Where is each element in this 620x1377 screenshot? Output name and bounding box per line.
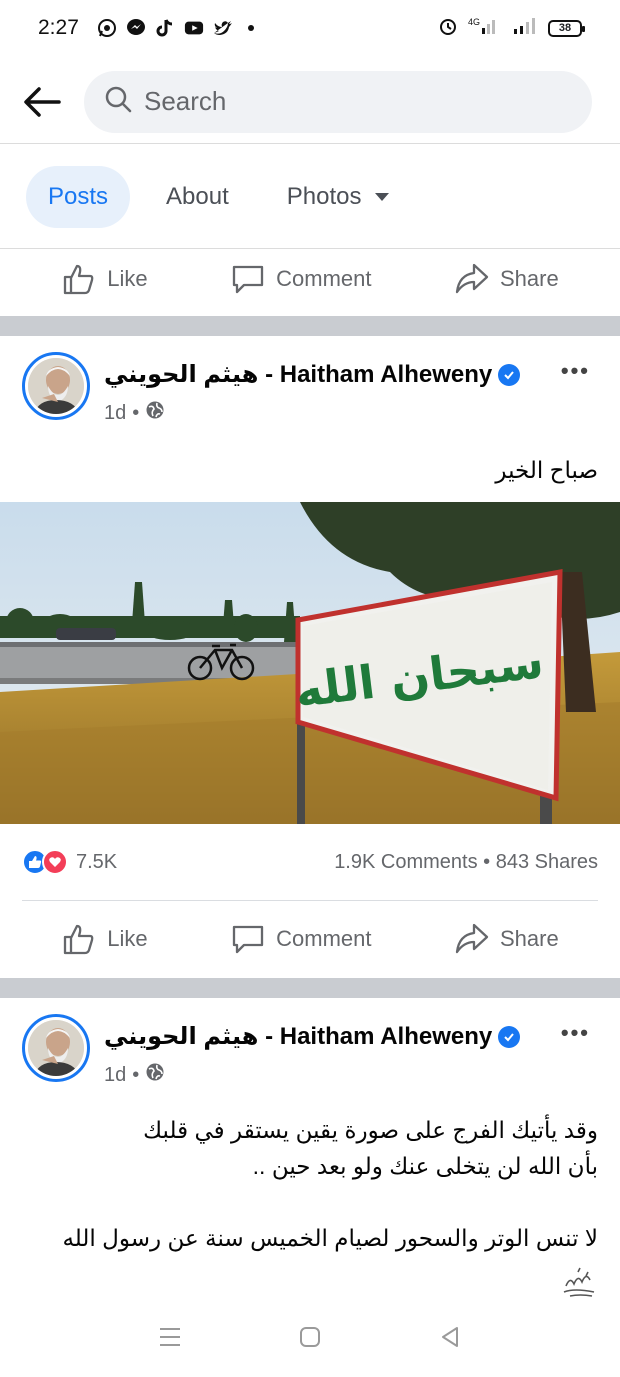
reaction-icons[interactable] (22, 849, 68, 875)
post-time: 1d (104, 401, 127, 424)
share-label: Share (500, 926, 559, 951)
post-text-line: لا تنس الوتر والسحور لصيام الخميس سنة عن… (62, 1225, 598, 1251)
home-icon[interactable] (297, 1324, 323, 1355)
tab-about[interactable]: About (144, 166, 251, 228)
salawat-calligraphy-icon (560, 1266, 600, 1300)
feed-separator (0, 978, 620, 998)
post-text-line: وقد يأتيك الفرج على صورة يقين يستقر في ق… (143, 1117, 598, 1143)
tiktok-icon (155, 18, 175, 38)
avatar-photo (28, 1020, 84, 1076)
alarm-icon (438, 16, 458, 41)
post-action-bar-previous: Like Comment Share (0, 246, 620, 312)
reactions-row: 7.5K 1.9K Comments • 843 Shares (0, 842, 620, 882)
author-name: هيثم الحويني - Haitham Alheweny (104, 361, 493, 388)
post-author[interactable]: هيثم الحويني - Haitham Alheweny (104, 1022, 521, 1051)
status-notification-icons (97, 18, 254, 38)
post-text: وقد يأتيك الفرج على صورة يقين يستقر في ق… (22, 1112, 598, 1256)
comments-shares-stats[interactable]: 1.9K Comments • 843 Shares (334, 851, 598, 874)
tab-about-label: About (166, 182, 229, 210)
post-text-line (22, 1184, 598, 1220)
comment-label: Comment (276, 926, 372, 951)
comment-button[interactable]: Comment (230, 261, 371, 297)
search-bar[interactable] (84, 70, 592, 133)
verified-badge-icon (498, 363, 521, 386)
status-system-icons: 4G 38 (438, 16, 585, 41)
avatar[interactable] (22, 1014, 90, 1082)
comment-icon (232, 925, 264, 954)
post-meta: 1d • (104, 1062, 165, 1088)
feed-separator (0, 316, 620, 336)
share-icon (455, 923, 489, 954)
comment-icon (232, 265, 264, 294)
thumbs-up-icon (64, 264, 94, 295)
whatsapp-icon (97, 18, 117, 38)
signal-icon: 4G (468, 16, 502, 41)
search-header (0, 60, 620, 144)
battery-icon: 38 (548, 19, 585, 37)
author-name: هيثم الحويني - Haitham Alheweny (104, 1023, 493, 1050)
divider (22, 900, 598, 901)
tab-posts-label: Posts (48, 182, 109, 210)
recent-apps-icon[interactable] (157, 1325, 183, 1354)
reaction-count[interactable]: 7.5K (76, 851, 117, 874)
post-photo[interactable]: سبحان الله (0, 502, 620, 824)
twitter-icon (213, 18, 233, 38)
tab-photos-label: Photos (286, 182, 362, 210)
caret-down-icon (375, 192, 390, 201)
share-button[interactable]: Share (454, 921, 559, 957)
avatar[interactable] (22, 352, 90, 420)
post-header: هيثم الحويني - Haitham Alheweny 1d • ••• (0, 336, 620, 426)
post-text-line: بأن الله لن يتخلى عنك ولو بعد حين .. (252, 1153, 598, 1179)
back-arrow-icon[interactable] (22, 82, 62, 122)
search-icon (104, 85, 132, 118)
like-label: Like (107, 266, 148, 291)
like-button[interactable]: Like (61, 921, 148, 957)
comment-button[interactable]: Comment (230, 921, 371, 957)
signal-icon-2 (512, 16, 538, 41)
youtube-icon (184, 18, 204, 38)
post-text: صباح الخير (495, 457, 598, 483)
post-action-bar: Like Comment Share (0, 906, 620, 972)
more-options-icon[interactable]: ••• (561, 358, 590, 384)
svg-text:4G: 4G (468, 17, 480, 27)
share-button[interactable]: Share (454, 261, 559, 297)
tab-photos[interactable]: Photos (265, 166, 412, 228)
post-author[interactable]: هيثم الحويني - Haitham Alheweny (104, 360, 521, 389)
globe-icon (145, 400, 165, 426)
meta-dot: • (132, 401, 140, 424)
verified-badge-icon (498, 1025, 521, 1048)
share-label: Share (500, 266, 559, 291)
love-reaction-icon (42, 849, 68, 875)
more-options-icon[interactable]: ••• (561, 1020, 590, 1046)
search-input[interactable] (144, 86, 564, 117)
like-label: Like (107, 926, 148, 951)
tab-posts[interactable]: Posts (26, 165, 131, 228)
globe-icon (145, 1062, 165, 1088)
avatar-photo (28, 358, 84, 414)
post-header: هيثم الحويني - Haitham Alheweny 1d • ••• (0, 998, 620, 1088)
post-meta: 1d • (104, 400, 165, 426)
profile-tabs: Posts About Photos (0, 145, 620, 249)
status-time: 2:27 (38, 16, 79, 39)
messenger-icon (126, 18, 146, 38)
thumbs-up-icon (64, 924, 94, 955)
status-bar: 2:27 4G 38 (0, 0, 620, 56)
comment-label: Comment (276, 266, 372, 291)
like-button[interactable]: Like (61, 261, 148, 297)
back-triangle-icon[interactable] (437, 1324, 463, 1355)
system-nav-bar (0, 1306, 620, 1372)
share-icon (455, 263, 489, 294)
post-time: 1d (104, 1063, 127, 1086)
more-notifications-dot (247, 25, 254, 31)
meta-dot: • (132, 1063, 140, 1086)
